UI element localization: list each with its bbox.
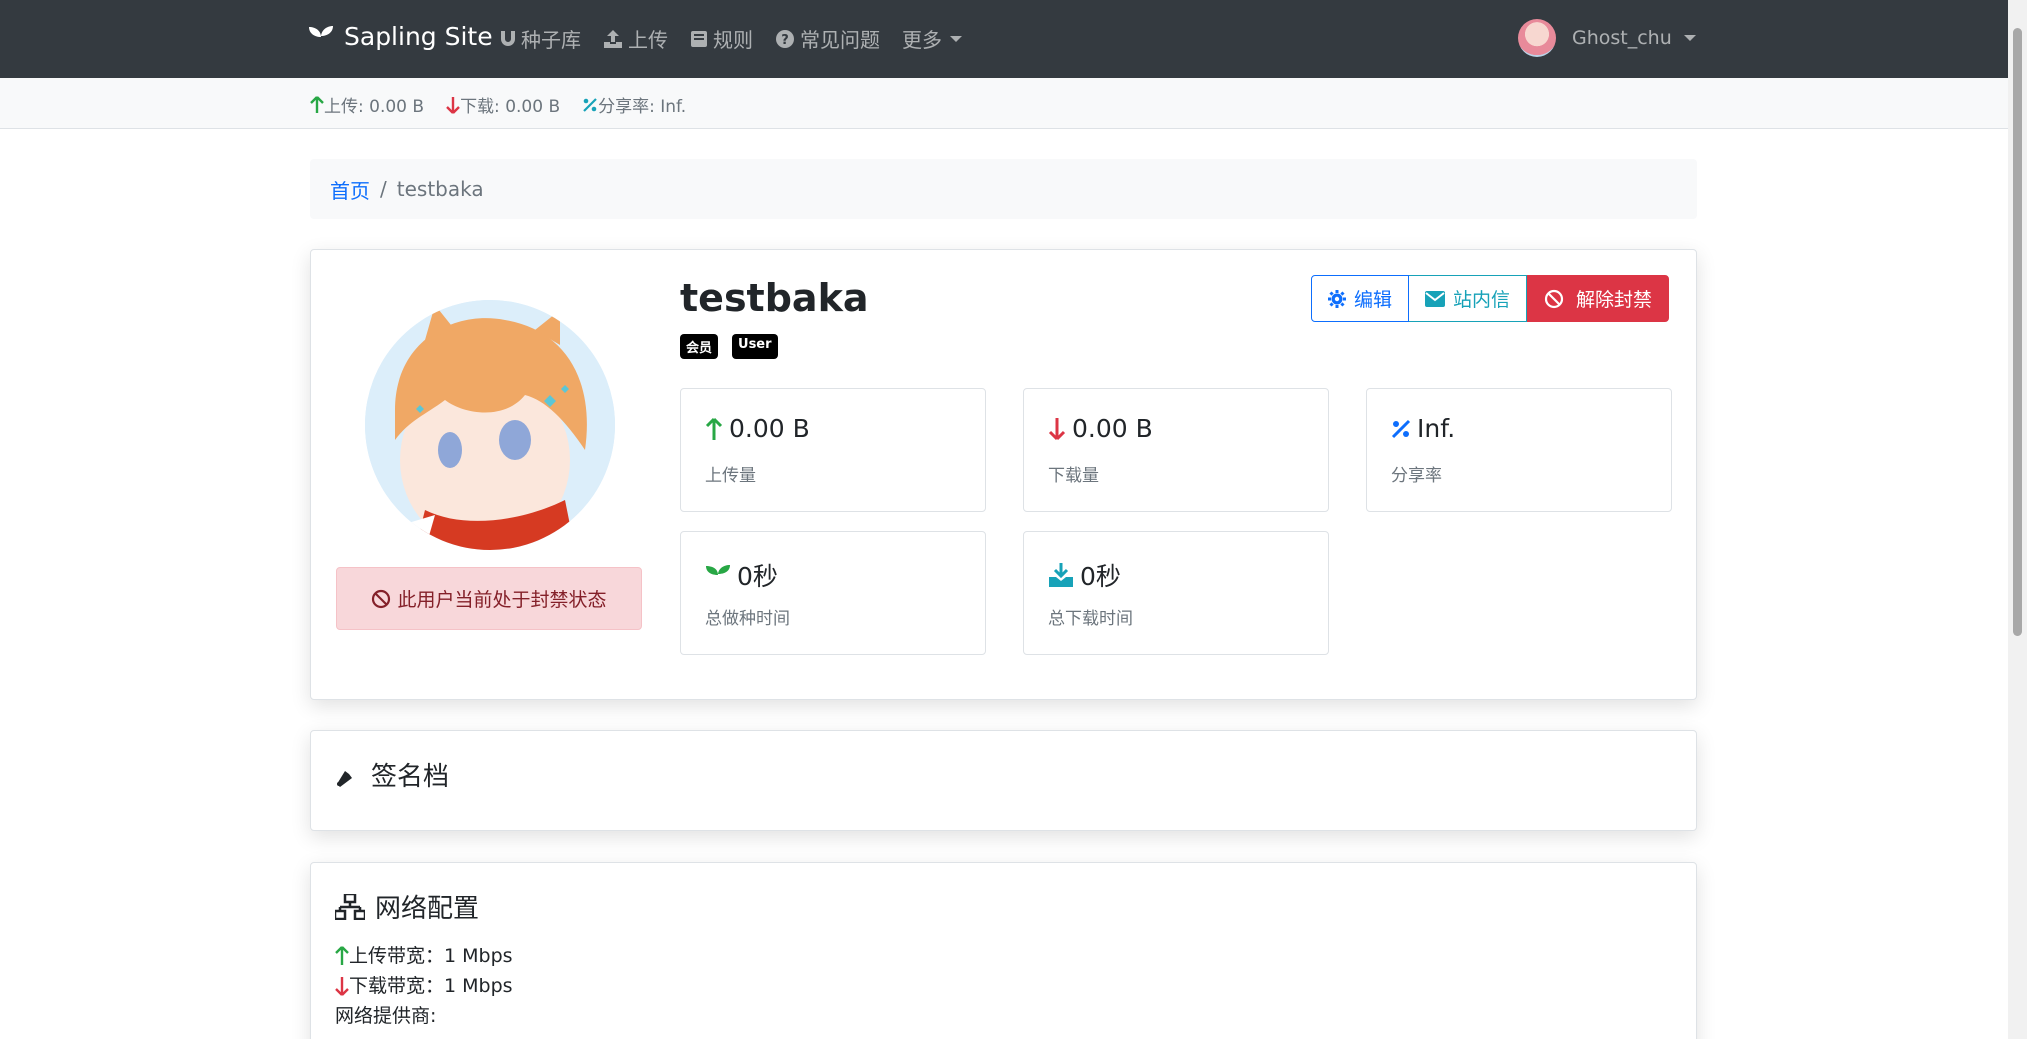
breadcrumb-separator: / — [380, 177, 387, 201]
nav-torrents-label: 种子库 — [521, 28, 581, 52]
stat-card-ratio: Inf. 分享率 — [1366, 388, 1672, 512]
stat-downloaded-value: 0.00 B — [1072, 414, 1153, 443]
signature-title-text: 签名档 — [371, 762, 450, 792]
nav-faq[interactable]: ? 常见问题 — [775, 24, 880, 53]
profile-avatar — [365, 300, 615, 550]
stat-upload: 上传: 0.00 B — [310, 92, 424, 117]
badge-member: 会员 — [680, 334, 719, 359]
stat-card-downloaded: 0.00 B 下载量 — [1023, 388, 1329, 512]
signature-card: 签名档 — [310, 730, 1697, 831]
message-button-label: 站内信 — [1453, 289, 1511, 311]
stat-seed-time-value: 0秒 — [737, 562, 778, 591]
message-button[interactable]: 站内信 — [1409, 275, 1528, 322]
nav-more-label: 更多 — [902, 28, 942, 52]
svg-text:?: ? — [781, 33, 789, 48]
breadcrumb-current: testbaka — [396, 177, 484, 201]
stat-download-time-label: 总下载时间 — [1048, 609, 1133, 629]
user-name: Ghost_chu — [1572, 27, 1672, 49]
user-stats-bar: 上传: 0.00 B 下载: 0.00 B 分享率: Inf. — [0, 78, 2008, 129]
stat-upload-text: 上传: 0.00 B — [324, 97, 425, 117]
nav-torrents[interactable]: 种子库 — [500, 24, 581, 53]
user-badges: 会员 User — [680, 334, 792, 359]
stat-ratio-label: 分享率 — [1391, 466, 1442, 486]
nav-faq-label: 常见问题 — [800, 28, 880, 52]
site-brand[interactable]: Sapling Site — [308, 22, 493, 51]
network-title-text: 网络配置 — [375, 894, 480, 924]
caret-down-icon — [950, 35, 962, 42]
stat-ratio: 分享率: Inf. — [582, 92, 686, 117]
upload-icon — [603, 29, 623, 48]
stat-ratio-text: 分享率: Inf. — [598, 97, 687, 117]
profile-actions: 编辑 站内信 解除封禁 — [1311, 275, 1670, 322]
envelope-icon — [1425, 290, 1446, 307]
percent-icon — [583, 97, 597, 112]
breadcrumb: 首页 / testbaka — [310, 159, 1697, 219]
profile-card: 此用户当前处于封禁状态 testbaka 会员 User 编辑 站内信 解除封禁… — [310, 249, 1697, 700]
arrow-down-icon — [446, 96, 460, 114]
upload-bandwidth: 上传带宽：1 Mbps — [335, 941, 513, 971]
network-card: 网络配置 上传带宽：1 Mbps 下载带宽：1 Mbps 网络提供商: — [310, 862, 1697, 1039]
stat-seed-time-label: 总做种时间 — [705, 609, 790, 629]
signature-title: 签名档 — [335, 756, 449, 793]
isp-text: 网络提供商: — [335, 1005, 437, 1027]
seedling-icon — [309, 25, 333, 49]
profile-username: testbaka — [680, 276, 869, 320]
download-bandwidth-text: 下载带宽：1 Mbps — [349, 975, 513, 997]
stat-downloaded-label: 下载量 — [1048, 466, 1099, 486]
edit-button-label: 编辑 — [1354, 289, 1393, 311]
stat-card-seed-time: 0秒 总做种时间 — [680, 531, 986, 655]
page-scrollbar[interactable] — [2008, 0, 2027, 1039]
pen-nib-icon — [337, 763, 359, 787]
arrow-down-icon — [335, 977, 349, 996]
download-icon — [1049, 563, 1073, 587]
nav-more-dropdown[interactable]: 更多 — [902, 24, 962, 53]
stat-ratio-value: Inf. — [1417, 414, 1456, 443]
ban-status-text: 此用户当前处于封禁状态 — [397, 589, 607, 611]
user-avatar — [1518, 19, 1556, 57]
stat-download: 下载: 0.00 B — [446, 92, 560, 117]
stat-download-text: 下载: 0.00 B — [460, 97, 561, 117]
user-dropdown[interactable]: Ghost_chu — [1518, 19, 1696, 57]
stat-card-uploaded: 0.00 B 上传量 — [680, 388, 986, 512]
arrow-up-icon — [335, 946, 349, 965]
network-icon — [335, 893, 365, 920]
question-circle-icon: ? — [775, 29, 795, 49]
nav-upload[interactable]: 上传 — [603, 24, 668, 53]
download-bandwidth: 下载带宽：1 Mbps — [335, 971, 513, 1001]
seedling-icon — [706, 565, 730, 586]
scrollbar-thumb[interactable] — [2013, 28, 2022, 636]
stat-download-time-value: 0秒 — [1080, 562, 1121, 591]
stat-uploaded-label: 上传量 — [705, 466, 756, 486]
breadcrumb-home-link[interactable]: 首页 — [330, 175, 370, 204]
top-navbar: Sapling Site 种子库 上传 规则 ? 常见问题 更多 Ghost_c… — [0, 0, 2008, 78]
brand-label: Sapling Site — [344, 22, 493, 51]
upload-bandwidth-text: 上传带宽：1 Mbps — [349, 945, 513, 967]
nav-rules-label: 规则 — [713, 28, 753, 52]
arrow-up-icon — [310, 95, 324, 113]
stat-uploaded-value: 0.00 B — [729, 414, 810, 443]
magnet-icon — [500, 30, 516, 48]
network-title: 网络配置 — [335, 888, 479, 925]
gear-icon — [1328, 289, 1346, 308]
unban-button-label: 解除封禁 — [1576, 289, 1653, 311]
arrow-up-icon — [705, 417, 723, 440]
unban-button[interactable]: 解除封禁 — [1527, 275, 1670, 322]
percent-icon — [1391, 419, 1411, 438]
ban-icon — [372, 589, 391, 608]
isp: 网络提供商: — [335, 1001, 513, 1031]
caret-down-icon — [1683, 35, 1696, 41]
edit-button[interactable]: 编辑 — [1311, 275, 1410, 322]
badge-user: User — [732, 334, 778, 359]
book-icon — [690, 30, 708, 48]
ban-status-alert: 此用户当前处于封禁状态 — [336, 567, 642, 630]
arrow-down-icon — [1048, 417, 1066, 440]
nav-upload-label: 上传 — [628, 28, 668, 52]
nav-rules[interactable]: 规则 — [690, 24, 753, 53]
ban-icon — [1544, 289, 1564, 308]
stat-card-download-time: 0秒 总下载时间 — [1023, 531, 1329, 655]
